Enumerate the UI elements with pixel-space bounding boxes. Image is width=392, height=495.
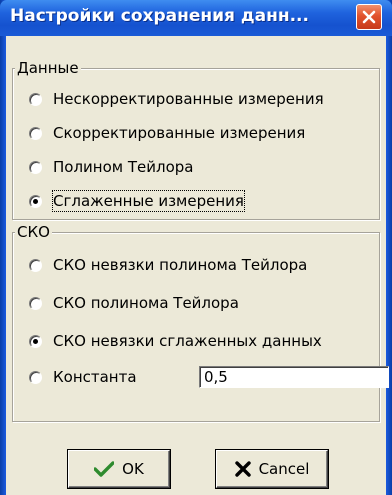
radio-label: СКО невязки полинома Тейлора [53,256,308,274]
radio-label: СКО невязки сглаженных данных [53,332,322,350]
data-group-caption: Данные [15,59,81,77]
checkmark-icon [94,461,115,477]
radio-label: Нескорректированные измерения [53,90,324,108]
cancel-button[interactable]: Cancel [216,450,328,488]
radio-label: Константа [53,368,137,386]
close-icon [362,10,376,24]
ok-button-label: OK [122,460,144,478]
data-groupbox: Данные Нескорректированные измерения Ско… [12,59,380,220]
radio-button[interactable] [29,195,42,208]
radio-button[interactable] [29,259,42,272]
radio-label: СКО полинома Тейлора [53,294,239,312]
cross-icon [234,461,251,477]
radio-label: Скорректированные измерения [53,124,306,142]
radio-button[interactable] [29,93,42,106]
radio-constant[interactable]: Константа [29,366,389,388]
dialog-window: Настройки сохранения данн... Данные Неск… [0,0,392,495]
title-bar[interactable]: Настройки сохранения данн... [0,0,392,36]
radio-button[interactable] [29,335,42,348]
close-button[interactable] [356,4,382,30]
ok-button[interactable]: OK [68,450,170,488]
radio-button[interactable] [29,297,42,310]
radio-button[interactable] [29,161,42,174]
radio-label: Сглаженные измерения [52,190,245,212]
radio-button[interactable] [29,371,42,384]
radio-label: Полином Тейлора [53,158,194,176]
sko-group-caption: СКО [15,223,52,241]
dialog-body: Данные Нескорректированные измерения Ско… [6,36,389,495]
sko-groupbox: СКО СКО невязки полинома Тейлора СКО пол… [12,223,389,422]
window-title: Настройки сохранения данн... [10,6,309,26]
constant-input[interactable] [199,366,389,388]
cancel-button-label: Cancel [258,460,310,478]
radio-button[interactable] [29,127,42,140]
